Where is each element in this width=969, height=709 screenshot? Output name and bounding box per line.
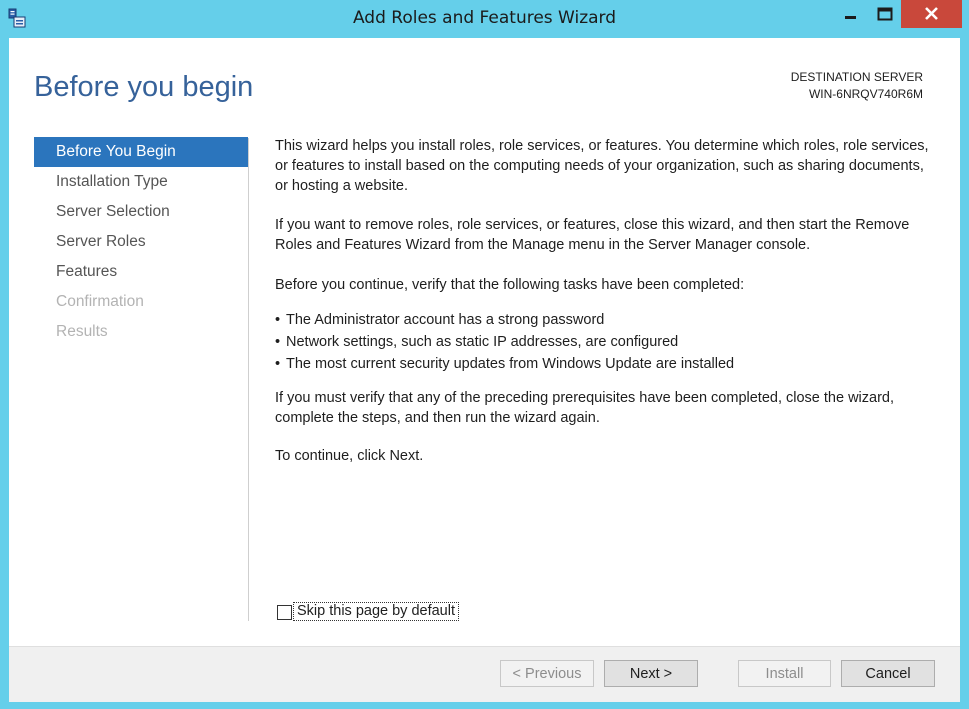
skip-page-label[interactable]: Skip this page by default: [293, 602, 459, 621]
minimize-button[interactable]: [834, 0, 867, 28]
list-item: • The most current security updates from …: [275, 353, 935, 375]
next-button[interactable]: Next >: [604, 660, 698, 687]
page-title: Before you begin: [34, 71, 254, 103]
verify-paragraph: Before you continue, verify that the fol…: [275, 277, 745, 293]
nav-step-before-you-begin[interactable]: Before You Begin: [34, 137, 248, 167]
window-title: Add Roles and Features Wizard: [352, 8, 617, 28]
cancel-button[interactable]: Cancel: [841, 660, 935, 687]
destination-server-name: WIN-6NRQV740R6M: [808, 87, 923, 101]
list-item-text: The Administrator account has a strong p…: [286, 312, 605, 328]
maximize-icon: [877, 7, 893, 21]
list-item: • The Administrator account has a strong …: [275, 309, 935, 331]
nav-divider: [248, 138, 249, 621]
wizard-window: Add Roles and Features Wizard Before you…: [0, 0, 969, 709]
list-item-text: The most current security updates from W…: [286, 356, 735, 372]
prerequisite-list: • The Administrator account has a strong …: [275, 309, 935, 375]
skip-page-checkbox[interactable]: [277, 605, 292, 620]
wizard-steps-nav: Before You Begin Installation Type Serve…: [34, 137, 248, 347]
title-bar[interactable]: Add Roles and Features Wizard: [0, 0, 969, 38]
list-item-text: Network settings, such as static IP addr…: [286, 334, 679, 350]
wizard-body: Before you begin DESTINATION SERVER WIN-…: [9, 38, 960, 702]
button-bar: < Previous Next > Install Cancel: [9, 646, 960, 702]
close-icon: [925, 7, 938, 20]
nav-step-results: Results: [56, 323, 108, 340]
nav-step-server-roles[interactable]: Server Roles: [34, 227, 248, 257]
nav-step-server-selection[interactable]: Server Selection: [34, 197, 248, 227]
bullet-icon: •: [275, 356, 281, 372]
remove-paragraph: If you want to remove roles, role servic…: [275, 217, 910, 253]
destination-server: DESTINATION SERVER WIN-6NRQV740R6M: [791, 69, 923, 103]
intro-paragraph: This wizard helps you install roles, rol…: [275, 138, 929, 194]
list-item: • Network settings, such as static IP add…: [275, 331, 935, 353]
nav-step-installation-type[interactable]: Installation Type: [34, 167, 248, 197]
bullet-icon: •: [275, 334, 281, 350]
bullet-icon: •: [275, 312, 281, 328]
nav-step-confirmation: Confirmation: [56, 293, 144, 310]
continue-paragraph: To continue, click Next.: [275, 448, 424, 464]
previous-button: < Previous: [500, 660, 594, 687]
install-button: Install: [738, 660, 831, 687]
minimize-icon: [845, 16, 856, 19]
destination-server-label: DESTINATION SERVER: [790, 70, 923, 84]
close-wizard-paragraph: If you must verify that any of the prece…: [275, 390, 895, 426]
close-button[interactable]: [901, 0, 962, 28]
nav-step-features[interactable]: Features: [34, 257, 248, 287]
maximize-button[interactable]: [868, 0, 901, 28]
